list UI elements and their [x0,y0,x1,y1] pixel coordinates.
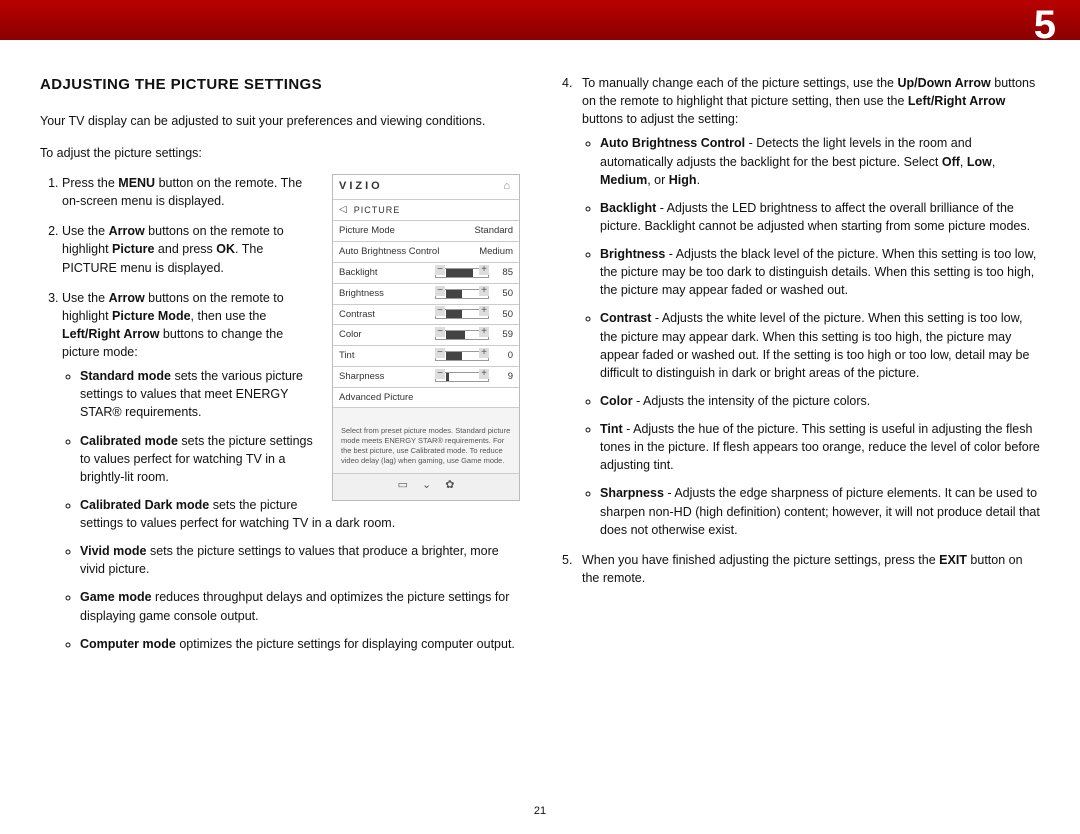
osd-row-color: Color59 [333,325,519,346]
step-5: When you have finished adjusting the pic… [582,551,1040,587]
osd-footer: ▭ ⌄ ✿ [333,473,519,500]
osd-row-brightness: Brightness50 [333,284,519,305]
back-arrow-icon: ◁ [339,203,348,218]
lead-text: To adjust the picture settings: [40,144,520,162]
osd-row-abc: Auto Brightness ControlMedium [333,242,519,263]
osd-brand: VIZIO [339,179,383,195]
gear-icon: ✿ [445,478,454,494]
osd-screenshot: VIZIO ⌂ ◁ PICTURE Picture ModeStandard A… [332,174,520,501]
step-4: To manually change each of the picture s… [582,74,1040,539]
content-columns: ADJUSTING THE PICTURE SETTINGS Your TV d… [0,40,1080,665]
settings-list: Auto Brightness Control - Detects the li… [582,134,1040,538]
chevron-down-icon: ⌄ [422,478,431,494]
slider-icon [435,330,489,340]
slider-icon [435,372,489,382]
osd-row-advanced: Advanced Picture [333,388,519,409]
page: 5 ADJUSTING THE PICTURE SETTINGS Your TV… [0,0,1080,834]
setting-contrast: Contrast - Adjusts the white level of th… [600,309,1040,382]
home-icon: ⌂ [503,179,513,195]
chapter-banner: 5 [0,0,1080,40]
page-number: 21 [0,804,1080,820]
slider-icon [435,309,489,319]
left-column: ADJUSTING THE PICTURE SETTINGS Your TV d… [40,74,520,665]
steps-list-right: To manually change each of the picture s… [560,74,1040,587]
slider-icon [435,289,489,299]
osd-row-picture-mode: Picture ModeStandard [333,221,519,242]
chapter-number: 5 [1034,0,1056,54]
osd-row-sharpness: Sharpness9 [333,367,519,388]
mode-game: Game mode reduces throughput delays and … [80,588,520,624]
intro-text: Your TV display can be adjusted to suit … [40,112,520,130]
slider-icon [435,351,489,361]
osd-row-contrast: Contrast50 [333,305,519,326]
setting-abc: Auto Brightness Control - Detects the li… [600,134,1040,188]
osd-header: VIZIO ⌂ [333,175,519,200]
osd-section: PICTURE [354,204,401,217]
right-column: To manually change each of the picture s… [560,74,1040,665]
osd-note: Select from preset picture modes. Standa… [333,408,519,473]
setting-backlight: Backlight - Adjusts the LED brightness t… [600,199,1040,235]
setting-color: Color - Adjusts the intensity of the pic… [600,392,1040,410]
osd-row-tint: Tint0 [333,346,519,367]
mode-vivid: Vivid mode sets the picture settings to … [80,542,520,578]
setting-tint: Tint - Adjusts the hue of the picture. T… [600,420,1040,474]
mode-computer: Computer mode optimizes the picture sett… [80,635,520,653]
mode-calibrated-dark: Calibrated Dark mode sets the picture se… [80,496,520,532]
osd-row-backlight: Backlight85 [333,263,519,284]
widescreen-icon: ▭ [398,478,408,494]
setting-sharpness: Sharpness - Adjusts the edge sharpness o… [600,484,1040,538]
setting-brightness: Brightness - Adjusts the black level of … [600,245,1040,299]
osd-breadcrumb: ◁ PICTURE [333,200,519,222]
slider-icon [435,268,489,278]
section-heading: ADJUSTING THE PICTURE SETTINGS [40,74,520,96]
